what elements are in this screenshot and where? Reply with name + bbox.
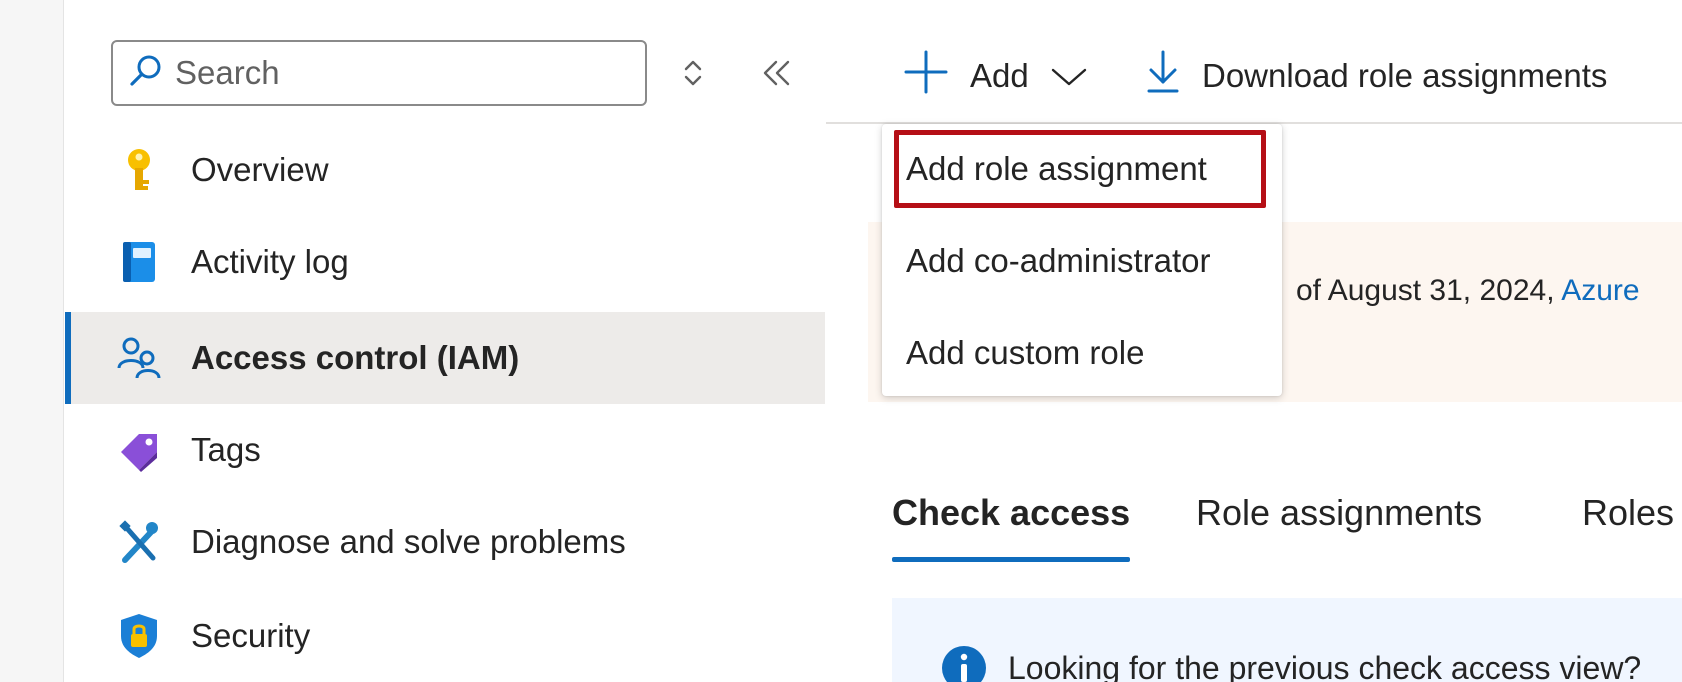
search-input[interactable]: [175, 54, 615, 92]
download-role-assignments-button[interactable]: Download role assignments: [1146, 44, 1607, 108]
sidebar-item-label: Diagnose and solve problems: [191, 523, 626, 560]
sidebar-item-overview[interactable]: Overview: [65, 124, 825, 216]
tag-icon: [117, 426, 161, 474]
wrench-screwdriver-icon: [117, 518, 161, 566]
tab-roles[interactable]: Roles: [1582, 492, 1674, 562]
tab-check-access[interactable]: Check access: [892, 492, 1130, 562]
people-icon: [117, 334, 161, 382]
add-dropdown-menu: Add role assignment Add co-administrator…: [882, 124, 1282, 396]
shield-lock-icon: [117, 612, 161, 660]
plus-icon: [904, 50, 948, 102]
download-icon: [1146, 50, 1180, 102]
search-icon: [127, 52, 165, 95]
chevron-down-icon: [1051, 57, 1087, 95]
tab-role-assignments[interactable]: Role assignments: [1196, 492, 1482, 562]
sidebar-item-label: Access control (IAM): [191, 339, 520, 376]
warning-banner-text: of August 31, 2024, Azure: [1296, 274, 1640, 308]
left-gutter: [0, 0, 64, 682]
collapse-sidebar-icon[interactable]: [759, 56, 795, 90]
command-bar: Add Download role assignments: [826, 0, 1682, 124]
activity-log-icon: [117, 238, 161, 286]
sidebar-item-label: Activity log: [191, 243, 349, 280]
azure-link[interactable]: Azure: [1561, 274, 1639, 307]
add-button-label: Add: [970, 57, 1029, 94]
sort-icon[interactable]: [679, 54, 707, 92]
menu-item-add-co-administrator[interactable]: Add co-administrator: [906, 242, 1210, 280]
menu-item-add-custom-role[interactable]: Add custom role: [906, 334, 1144, 372]
sidebar-item-tags[interactable]: Tags: [65, 404, 825, 496]
sidebar-item-label: Tags: [191, 431, 261, 468]
sidebar-item-label: Overview: [191, 151, 329, 188]
resource-menu-sidebar: Overview Activity log: [65, 0, 825, 682]
sidebar-item-security[interactable]: Security: [65, 590, 825, 682]
info-icon: [940, 644, 988, 682]
sidebar-item-diagnose[interactable]: Diagnose and solve problems: [65, 496, 825, 588]
warning-text-body: of August 31, 2024,: [1296, 274, 1562, 307]
azure-portal-page: Overview Activity log: [0, 0, 1682, 682]
add-button[interactable]: Add: [904, 44, 1087, 108]
download-button-label: Download role assignments: [1202, 57, 1608, 94]
sidebar-item-label: Security: [191, 617, 311, 654]
key-icon: [117, 146, 161, 194]
sidebar-item-activity-log[interactable]: Activity log: [65, 216, 825, 308]
sidebar-item-access-control[interactable]: Access control (IAM): [65, 312, 825, 404]
sidebar-search-box[interactable]: [111, 40, 647, 106]
menu-item-add-role-assignment[interactable]: Add role assignment: [906, 150, 1207, 188]
info-banner-text: Looking for the previous check access vi…: [1008, 650, 1642, 682]
